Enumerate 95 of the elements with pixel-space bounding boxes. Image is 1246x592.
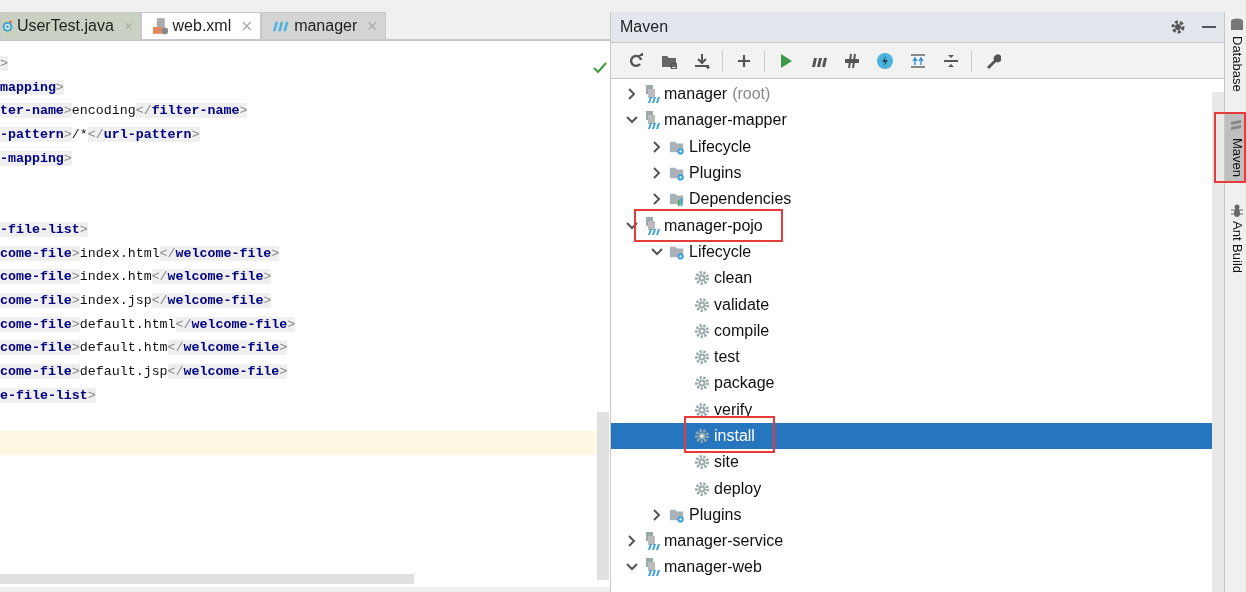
tree-label: manager-mapper <box>664 110 787 131</box>
code-line: come-file>index.jsp</welcome-file> <box>0 291 273 310</box>
chevron-down-icon[interactable] <box>650 245 663 258</box>
module-icon <box>644 111 660 130</box>
tree-row[interactable]: compile <box>611 317 1212 344</box>
code-line: come-file>default.jsp</welcome-file> <box>0 362 289 381</box>
settings-icon[interactable] <box>1170 19 1186 35</box>
tree-label: test <box>714 347 740 368</box>
tree-label: manager <box>664 84 728 105</box>
tree-row[interactable]: verify <box>611 396 1212 423</box>
tree-label: manager-pojo <box>664 215 763 236</box>
side-tab[interactable]: Ant Build <box>1225 196 1246 279</box>
chevron-right-icon[interactable] <box>625 88 638 101</box>
code-line: -mapping> <box>0 149 73 168</box>
editor-tab[interactable]: web.xml <box>141 12 261 39</box>
code-line: come-file>default.html</welcome-file> <box>0 315 297 334</box>
scrollbar[interactable] <box>1212 92 1224 592</box>
chevron-right-icon[interactable] <box>650 193 663 206</box>
lightning-icon[interactable] <box>876 52 893 69</box>
scrollbar[interactable] <box>0 574 414 584</box>
gear-icon <box>694 427 710 445</box>
code-line: come-file>index.htm</welcome-file> <box>0 268 273 287</box>
tree-row[interactable]: install <box>611 422 1212 450</box>
tree-label: Lifecycle <box>689 241 752 262</box>
code-line: -file-list> <box>0 220 89 239</box>
gear-icon <box>694 374 710 393</box>
gear-icon <box>694 479 710 498</box>
plus-icon[interactable] <box>735 52 752 69</box>
tree-row[interactable]: manager-mapper <box>611 107 1212 134</box>
code-line: mapping> <box>0 78 65 97</box>
tree-row[interactable]: site <box>611 449 1212 476</box>
tree-label: verify <box>714 399 753 420</box>
check-icon <box>593 62 607 74</box>
tree-label: Plugins <box>689 163 742 184</box>
tree-row[interactable]: clean <box>611 265 1212 292</box>
code-line: e-file-list> <box>0 386 97 405</box>
tree-label: manager-web <box>664 557 762 578</box>
tree-row[interactable]: validate <box>611 291 1212 318</box>
tree-label: install <box>714 426 755 446</box>
tree-row[interactable]: deploy <box>611 475 1212 502</box>
editor-tab[interactable]: UserTest.java <box>0 12 141 39</box>
gear-icon <box>694 348 710 367</box>
tree-row[interactable]: Plugins <box>611 159 1212 187</box>
code-line: come-file>index.html</welcome-file> <box>0 244 281 263</box>
scrollbar[interactable] <box>597 412 609 580</box>
tree-row[interactable]: manager (root) <box>611 81 1212 108</box>
tree-row[interactable]: Plugins <box>611 501 1212 529</box>
tree-label: deploy <box>714 478 762 499</box>
tree-label: package <box>714 373 775 394</box>
tree-label: compile <box>714 320 770 341</box>
expand-icon[interactable] <box>909 52 926 69</box>
download-icon[interactable] <box>693 52 710 69</box>
chevron-right-icon[interactable] <box>650 508 663 521</box>
database-icon <box>1229 18 1244 32</box>
tree-row[interactable]: package <box>611 370 1212 397</box>
tree-label: validate <box>714 294 770 315</box>
module-icon <box>644 558 660 577</box>
code-line: come-file>default.htm</welcome-file> <box>0 339 289 358</box>
tree-label: clean <box>714 268 753 289</box>
code-line: ter-name>encoding</filter-name> <box>0 102 249 121</box>
module-icon <box>644 85 660 104</box>
tree-row[interactable]: test <box>611 343 1212 371</box>
chevron-right-icon[interactable] <box>650 167 663 180</box>
gear-icon <box>694 321 710 340</box>
tree-label: Plugins <box>689 504 742 525</box>
tree-label: Dependencies <box>689 189 792 210</box>
tree-row[interactable]: Lifecycle <box>611 133 1212 160</box>
tree-row[interactable]: manager-pojo <box>611 212 1212 239</box>
editor-tab[interactable]: manager <box>261 12 386 39</box>
tree-row[interactable]: Lifecycle <box>611 238 1212 266</box>
tree-label: Lifecycle <box>689 136 752 157</box>
tree-label: manager-service <box>664 531 784 552</box>
gear-icon <box>694 400 710 419</box>
side-tab[interactable]: Database <box>1225 12 1246 98</box>
chevron-down-icon[interactable] <box>625 219 638 232</box>
chevron-right-icon[interactable] <box>625 535 638 548</box>
module-icon <box>644 216 660 235</box>
minimize-icon[interactable] <box>1202 25 1216 29</box>
gear-icon <box>694 295 710 314</box>
gear-icon <box>694 269 710 288</box>
chevron-right-icon[interactable] <box>650 140 663 153</box>
tree-label: site <box>714 452 739 473</box>
tree-row[interactable]: manager-web <box>611 554 1212 579</box>
module-icon <box>644 532 660 551</box>
gear-icon <box>694 453 710 472</box>
tree-note: (root) <box>732 84 771 105</box>
refresh-icon[interactable] <box>627 52 644 69</box>
skip-tests-icon[interactable] <box>843 52 860 69</box>
tree-row[interactable]: Dependencies <box>611 186 1212 213</box>
panel-title: Maven <box>620 17 669 37</box>
ant-icon <box>1229 202 1244 217</box>
tree-row[interactable]: manager-service <box>611 528 1212 555</box>
xml-file-icon <box>152 17 170 35</box>
code-line: -pattern>/*</url-pattern> <box>0 126 201 145</box>
collapse-icon[interactable] <box>942 52 959 69</box>
